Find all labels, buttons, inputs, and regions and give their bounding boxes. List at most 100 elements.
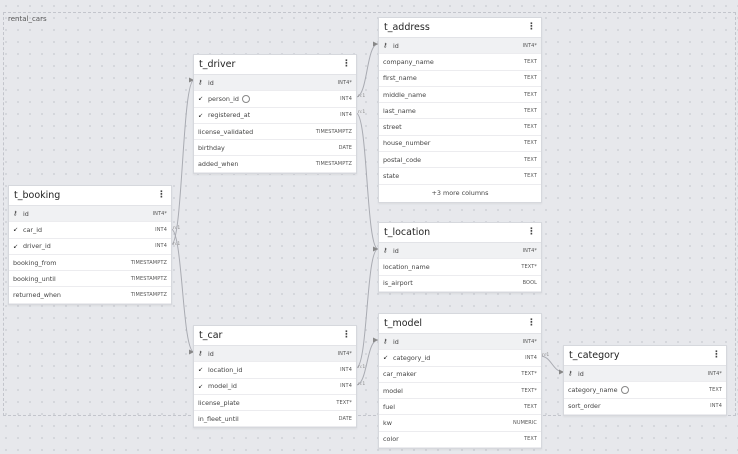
- column-row[interactable]: ↙ model_id INT4: [194, 379, 356, 395]
- table-t_category[interactable]: t_category ⋮ ⚷ id INT4* category_name TEXT sort…: [563, 345, 727, 416]
- column-name-cell: postal_code: [383, 156, 421, 164]
- column-type: TEXT: [708, 386, 722, 393]
- table-header[interactable]: t_location ⋮: [379, 223, 541, 243]
- table-menu-icon[interactable]: ⋮: [527, 319, 536, 328]
- column-row[interactable]: ⚷ id INT4*: [379, 243, 541, 260]
- column-name-cell: ⚷ id: [383, 247, 399, 255]
- table-t_booking[interactable]: t_booking ⋮ ⚷ id INT4* ↙ car_id INT4 ↙ driver_id I…: [8, 185, 172, 305]
- column-name-cell: ↙ location_id: [198, 366, 242, 374]
- column-row[interactable]: house_number TEXT: [379, 136, 541, 153]
- column-row[interactable]: booking_from TIMESTAMPTZ: [9, 255, 171, 272]
- column-row[interactable]: car_maker TEXT*: [379, 367, 541, 383]
- table-header[interactable]: t_driver ⋮: [194, 55, 356, 75]
- column-row[interactable]: category_name TEXT: [564, 382, 726, 399]
- table-header[interactable]: t_model ⋮: [379, 314, 541, 334]
- column-row[interactable]: ⚷ id INT4*: [194, 75, 356, 92]
- table-t_model[interactable]: t_model ⋮ ⚷ id INT4* ↙ category_id INT4 car_make…: [378, 313, 542, 450]
- table-header[interactable]: t_category ⋮: [564, 346, 726, 366]
- column-name-cell: sort_order: [568, 402, 601, 410]
- column-type: INT4: [710, 403, 722, 410]
- column-name: id: [208, 78, 214, 87]
- comment-icon[interactable]: [241, 94, 250, 103]
- column-row[interactable]: license_validated TIMESTAMPTZ: [194, 124, 356, 141]
- column-name: id: [23, 209, 29, 218]
- column-name: last_name: [383, 106, 416, 115]
- fk-arrow-icon: ↙: [198, 111, 204, 119]
- column-type: INT4*: [337, 79, 352, 86]
- table-header[interactable]: t_booking ⋮: [9, 186, 171, 206]
- column-row[interactable]: street TEXT: [379, 119, 541, 136]
- column-type: INT4: [340, 112, 352, 119]
- column-row[interactable]: ↙ location_id INT4: [194, 362, 356, 379]
- column-name-cell: color: [383, 435, 399, 443]
- column-row[interactable]: ⚷ id INT4*: [379, 38, 541, 55]
- key-icon: ⚷: [13, 210, 18, 218]
- key-icon: ⚷: [383, 338, 388, 346]
- column-name-cell: street: [383, 123, 402, 131]
- column-name-cell: ↙ registered_at: [198, 111, 250, 119]
- table-name: t_category: [569, 350, 620, 361]
- column-row[interactable]: company_name TEXT: [379, 54, 541, 71]
- column-name-cell: ↙ model_id: [198, 382, 237, 390]
- column-row[interactable]: returned_when TIMESTAMPTZ: [9, 287, 171, 304]
- table-header[interactable]: t_address ⋮: [379, 18, 541, 38]
- table-header[interactable]: t_car ⋮: [194, 326, 356, 346]
- fk-arrow-icon: ↙: [198, 366, 204, 374]
- table-menu-icon[interactable]: ⋮: [527, 23, 536, 32]
- column-row[interactable]: middle_name TEXT: [379, 87, 541, 104]
- column-row[interactable]: added_when TIMESTAMPTZ: [194, 156, 356, 173]
- column-row[interactable]: model TEXT*: [379, 383, 541, 400]
- table-menu-icon[interactable]: ⋮: [342, 331, 351, 340]
- column-type: TEXT: [523, 75, 537, 82]
- column-name-cell: ↙ person_id: [198, 94, 250, 103]
- cardinality-label: n:1: [358, 94, 366, 99]
- column-row[interactable]: ↙ person_id INT4: [194, 91, 356, 108]
- table-menu-icon[interactable]: ⋮: [712, 351, 721, 360]
- column-type: TIMESTAMPTZ: [315, 128, 352, 135]
- column-row[interactable]: booking_until TIMESTAMPTZ: [9, 271, 171, 288]
- key-icon: ⚷: [568, 370, 573, 378]
- column-type: NUMERIC: [512, 420, 537, 427]
- column-row[interactable]: first_name TEXT: [379, 71, 541, 87]
- column-row[interactable]: ⚷ id INT4*: [564, 366, 726, 383]
- column-row[interactable]: last_name TEXT: [379, 103, 541, 120]
- column-row[interactable]: state TEXT: [379, 168, 541, 185]
- column-name: middle_name: [383, 90, 427, 99]
- table-t_address[interactable]: t_address ⋮ ⚷ id INT4* company_name TEXT first_…: [378, 17, 542, 203]
- column-row[interactable]: location_name TEXT*: [379, 259, 541, 276]
- column-row[interactable]: ⚷ id INT4*: [379, 334, 541, 351]
- table-t_location[interactable]: t_location ⋮ ⚷ id INT4* location_name TEXT* is_…: [378, 222, 542, 293]
- column-row[interactable]: ↙ car_id INT4: [9, 222, 171, 239]
- column-row[interactable]: postal_code TEXT: [379, 152, 541, 169]
- table-menu-icon[interactable]: ⋮: [157, 191, 166, 200]
- column-row[interactable]: color TEXT: [379, 432, 541, 449]
- column-row[interactable]: fuel TEXT: [379, 399, 541, 416]
- column-row[interactable]: ↙ driver_id INT4: [9, 239, 171, 255]
- column-name-cell: house_number: [383, 139, 430, 147]
- column-row[interactable]: sort_order INT4: [564, 399, 726, 415]
- column-row[interactable]: is_airport BOOL: [379, 276, 541, 292]
- table-menu-icon[interactable]: ⋮: [342, 60, 351, 69]
- key-icon: ⚷: [383, 247, 388, 255]
- column-name-cell: last_name: [383, 107, 416, 115]
- comment-icon[interactable]: [620, 385, 629, 394]
- table-t_car[interactable]: t_car ⋮ ⚷ id INT4* ↙ location_id INT4 ↙ model_id I…: [193, 325, 357, 429]
- column-type: INT4: [525, 354, 537, 361]
- table-name: t_car: [199, 330, 223, 341]
- column-type: INT4: [340, 95, 352, 102]
- table-menu-icon[interactable]: ⋮: [527, 228, 536, 237]
- column-row[interactable]: in_fleet_until DATE: [194, 411, 356, 428]
- table-t_driver[interactable]: t_driver ⋮ ⚷ id INT4* ↙ person_id INT4 ↙ register…: [193, 54, 357, 174]
- more-columns-link[interactable]: +3 more columns: [379, 185, 541, 202]
- column-row[interactable]: kw NUMERIC: [379, 415, 541, 432]
- column-name-cell: kw: [383, 419, 392, 427]
- column-row[interactable]: license_plate TEXT*: [194, 395, 356, 412]
- column-type: INT4: [340, 366, 352, 373]
- column-row[interactable]: ↙ registered_at INT4: [194, 108, 356, 124]
- column-name-cell: middle_name: [383, 91, 426, 99]
- column-row[interactable]: birthday DATE: [194, 140, 356, 157]
- column-row[interactable]: ⚷ id INT4*: [194, 346, 356, 363]
- column-row[interactable]: ⚷ id INT4*: [9, 206, 171, 223]
- cardinality-label: n:1: [542, 353, 550, 358]
- column-row[interactable]: ↙ category_id INT4: [379, 350, 541, 367]
